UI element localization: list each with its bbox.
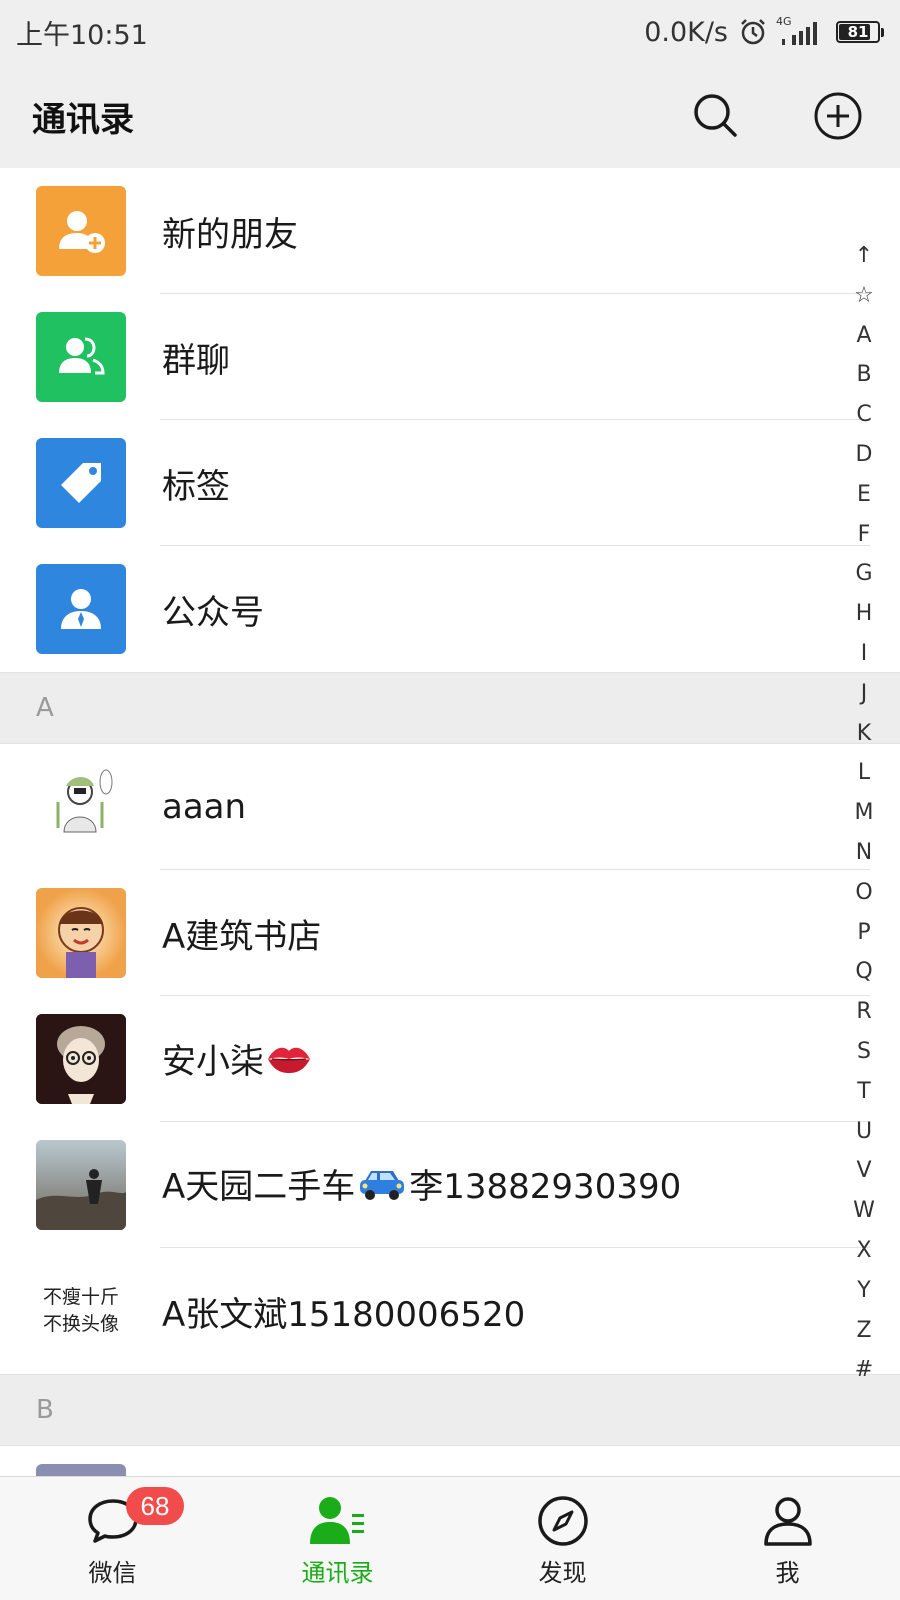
index-letter[interactable]: R [856, 992, 871, 1032]
index-letter[interactable]: O [855, 873, 872, 913]
index-letter[interactable]: N [856, 833, 872, 873]
add-button[interactable] [812, 90, 864, 142]
avatar-text: 不换头像 [42, 1313, 119, 1335]
contact-row[interactable] [0, 1446, 900, 1484]
contact-row[interactable]: 安小柒 [0, 996, 900, 1122]
index-letter[interactable]: D [856, 435, 873, 475]
tab-discover[interactable]: 发现 [450, 1477, 675, 1600]
page-title: 通讯录 [32, 99, 134, 140]
contact-name: A张文斌15180006520 [162, 1294, 526, 1335]
index-letter[interactable]: # [855, 1350, 873, 1390]
index-letter[interactable]: G [855, 554, 872, 594]
index-letter[interactable]: F [858, 515, 871, 555]
contact-list: 新的朋友 群聊 标签 公众号 A aaan A建筑书店 安小柒 A天园二手车 李… [0, 168, 900, 1484]
contact-name-text: A天园二手车 [162, 1166, 356, 1207]
battery-icon: 81 [836, 21, 884, 43]
index-letter[interactable]: P [857, 913, 870, 953]
new-friends-item[interactable]: 新的朋友 [0, 168, 900, 294]
index-letter[interactable]: A [856, 316, 871, 356]
contact-row[interactable]: A建筑书店 [0, 870, 900, 996]
contact-name-text: 安小柒 [162, 1042, 264, 1082]
section-header-b: B [0, 1374, 900, 1446]
tags-item[interactable]: 标签 [0, 420, 900, 546]
tab-label: 微信 [88, 1559, 137, 1587]
tab-contacts[interactable]: 通讯录 [225, 1477, 450, 1600]
search-icon [694, 94, 737, 137]
tab-chats[interactable]: 微信 68 [0, 1477, 225, 1600]
contact-row[interactable]: A天园二手车 李13882930390 [0, 1122, 900, 1248]
official-accounts-item[interactable]: 公众号 [0, 546, 900, 672]
alarm-icon [738, 17, 768, 47]
index-letter[interactable]: I [861, 634, 868, 674]
avatar [36, 888, 126, 978]
person-icon [758, 1493, 818, 1549]
plus-circle-icon [814, 92, 862, 140]
index-letter[interactable]: Q [855, 952, 872, 992]
index-letter[interactable]: S [857, 1032, 871, 1072]
bottom-tab-bar: 微信 68 通讯录 发现 我 [0, 1476, 900, 1600]
contact-row[interactable]: aaan [0, 744, 900, 870]
contact-name: A天园二手车 李13882930390 [162, 1159, 681, 1212]
item-label: 群聊 [162, 340, 230, 381]
contacts-icon [308, 1493, 368, 1549]
tag-icon [36, 438, 126, 528]
avatar [36, 1014, 126, 1104]
index-letter[interactable]: C [856, 395, 871, 435]
compass-icon [533, 1493, 593, 1549]
avatar [36, 762, 126, 852]
app-header: 通讯录 [0, 64, 900, 168]
index-letter[interactable]: L [858, 753, 870, 793]
group-chat-icon [36, 312, 126, 402]
section-header-a: A [0, 672, 900, 744]
index-letter[interactable]: ↑ [855, 236, 873, 276]
signal-icon: 4G [776, 15, 826, 45]
index-letter[interactable]: X [856, 1231, 871, 1271]
item-label: 公众号 [162, 592, 264, 633]
tab-me[interactable]: 我 [675, 1477, 900, 1600]
status-time: 上午10:51 [16, 19, 148, 51]
tab-label: 通讯录 [301, 1559, 374, 1587]
contact-name: aaan [162, 787, 247, 827]
contact-name: A建筑书店 [162, 916, 322, 957]
unread-badge: 68 [126, 1487, 184, 1525]
tab-label: 发现 [538, 1559, 587, 1587]
tab-label: 我 [775, 1559, 800, 1587]
group-chats-item[interactable]: 群聊 [0, 294, 900, 420]
contact-row[interactable]: 不瘦十斤 不换头像 A张文斌15180006520 [0, 1248, 900, 1374]
index-letter[interactable]: Y [857, 1271, 870, 1311]
index-letter[interactable]: H [856, 594, 873, 634]
index-letter[interactable]: ☆ [854, 276, 874, 316]
index-letter[interactable]: E [857, 475, 871, 515]
index-letter[interactable]: W [853, 1191, 875, 1231]
avatar [36, 1140, 126, 1230]
index-letter[interactable]: T [857, 1072, 870, 1112]
index-letter[interactable]: U [856, 1112, 872, 1152]
avatar-text: 不瘦十斤 [42, 1286, 119, 1308]
index-letter[interactable]: M [855, 793, 874, 833]
status-indicators: 0.0K/s 4G 81 [644, 15, 884, 48]
avatar: 不瘦十斤 不换头像 [36, 1266, 126, 1356]
index-letter[interactable]: V [856, 1151, 871, 1191]
index-letter[interactable]: J [861, 674, 868, 714]
contact-name: 安小柒 [162, 1034, 314, 1084]
official-account-icon [36, 564, 126, 654]
status-bar: 上午10:51 0.0K/s 4G 81 [0, 0, 900, 64]
item-label: 新的朋友 [162, 214, 298, 255]
item-label: 标签 [162, 466, 230, 507]
index-letter[interactable]: K [857, 714, 871, 754]
search-button[interactable] [690, 90, 742, 142]
net-speed: 0.0K/s [644, 16, 728, 48]
car-emoji [357, 1165, 407, 1212]
network-type: 4G [776, 15, 792, 28]
contact-name-text: 李13882930390 [409, 1166, 682, 1207]
index-letter[interactable]: B [856, 355, 871, 395]
add-friend-icon [36, 186, 126, 276]
alphabet-index-bar[interactable]: ↑ ☆ A B C D E F G H I J K L M N O P Q R S T U V W X Y Z # [844, 236, 884, 1390]
battery-level: 81 [847, 23, 869, 41]
index-letter[interactable]: Z [856, 1311, 871, 1351]
kiss-mark-emoji [266, 1043, 312, 1084]
